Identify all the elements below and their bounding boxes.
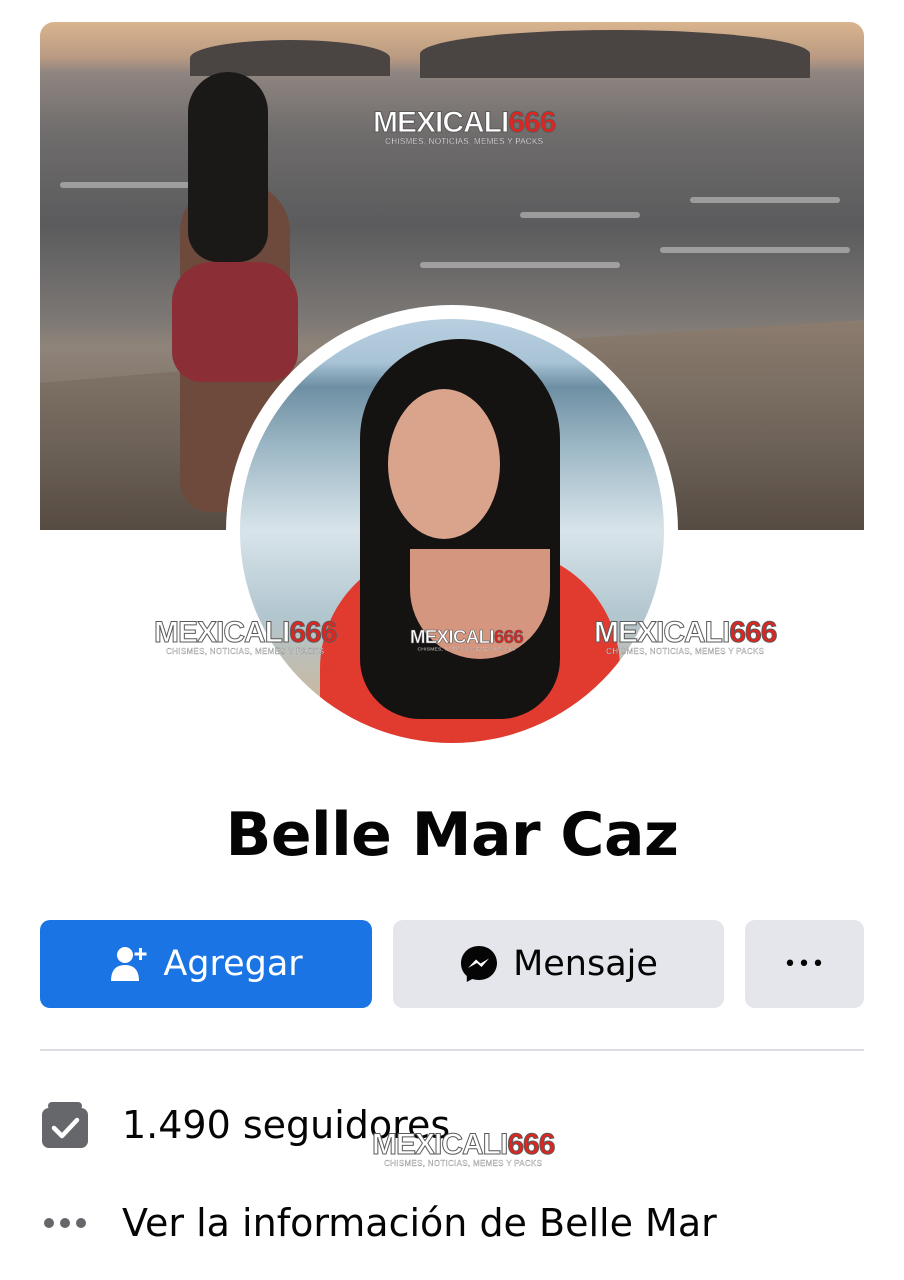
cover-island-right: [420, 30, 810, 78]
more-dots-icon: •••: [783, 951, 826, 977]
add-friend-label: Agregar: [163, 944, 303, 984]
watermark-logo: MEXICALI666 CHISMES, NOTICIAS, MEMES Y P…: [593, 616, 777, 656]
more-options-button[interactable]: •••: [745, 920, 864, 1008]
profile-avatar[interactable]: [240, 319, 664, 743]
watermark-logo: MEXICALI666 CHISMES, NOTICIAS, MEMES Y P…: [372, 106, 556, 146]
message-button[interactable]: Mensaje: [393, 920, 724, 1008]
cover-wave: [660, 247, 850, 253]
section-divider: [40, 1049, 864, 1051]
add-friend-icon: [109, 945, 149, 983]
cover-island-left: [190, 40, 390, 76]
watermark-logo: MEXICALI666 CHISMES, NOTICIAS, MEMES Y P…: [410, 626, 524, 652]
profile-name: Belle Mar Caz: [225, 800, 679, 870]
messenger-icon: [459, 944, 499, 984]
about-info-text: Ver la información de Belle Mar: [122, 1201, 717, 1245]
watermark-logo: MEXICALI666 CHISMES, NOTICIAS, MEMES Y P…: [153, 616, 337, 656]
cover-wave: [420, 262, 620, 268]
followers-check-icon: [40, 1100, 90, 1150]
add-friend-button[interactable]: Agregar: [40, 920, 372, 1008]
about-info-row[interactable]: Ver la información de Belle Mar: [40, 1198, 717, 1248]
watermark-logo: MEXICALI666 CHISMES, NOTICIAS, MEMES Y P…: [371, 1128, 555, 1168]
cover-wave: [520, 212, 640, 218]
more-info-dots-icon: [40, 1198, 90, 1248]
cover-wave: [690, 197, 840, 203]
message-label: Mensaje: [513, 944, 658, 984]
